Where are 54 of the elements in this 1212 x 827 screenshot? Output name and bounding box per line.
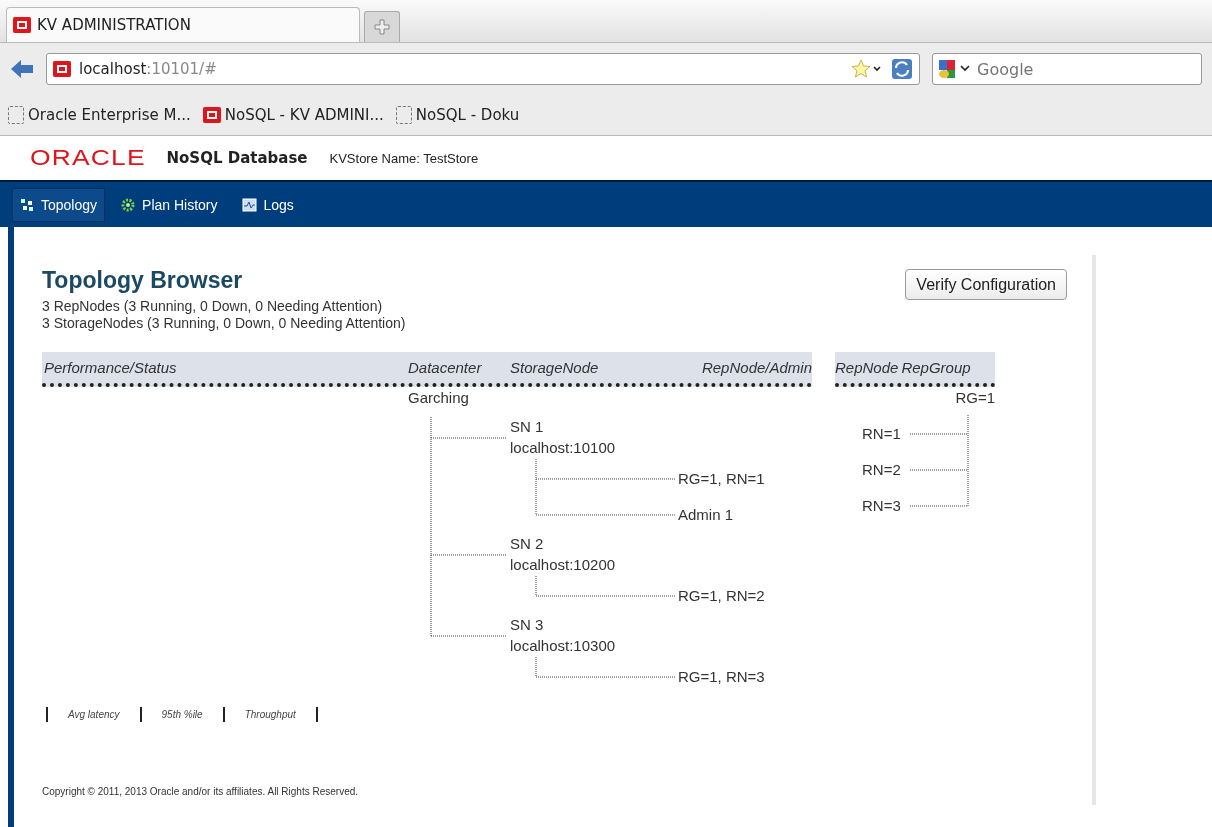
rep-node-label: RN=3 <box>862 497 901 515</box>
datacenter-label: Garching <box>408 389 469 407</box>
search-box[interactable]: Google <box>932 53 1202 85</box>
bookmark-item[interactable]: NoSQL - KV ADMINI... <box>202 106 384 124</box>
column-header: RepNode <box>835 359 899 376</box>
oracle-logo: ORACLE <box>30 145 146 171</box>
rep-node-label: RG=1, RN=1 <box>678 470 765 488</box>
browser-tab[interactable]: KV ADMINISTRATION <box>6 7 360 42</box>
blank-page-icon <box>8 106 24 124</box>
star-icon[interactable] <box>851 59 883 79</box>
storage-node-label: SN 3 <box>510 616 544 634</box>
back-arrow-icon[interactable] <box>10 59 34 79</box>
oracle-icon <box>202 107 221 123</box>
oracle-icon <box>53 61 71 77</box>
reload-icon[interactable] <box>891 58 913 80</box>
oracle-icon <box>13 17 31 33</box>
storage-node-host: localhost:10100 <box>510 439 616 457</box>
copyright-text: Copyright © 2011, 2013 Oracle and/or its affiliates. All Rights Reserved. <box>42 786 360 797</box>
grid-icon <box>20 197 34 212</box>
summary-line: 3 RepNodes (3 Running, 0 Down, 0 Needing Attention) <box>42 298 384 315</box>
rep-node-label: RN=1 <box>862 425 901 443</box>
bookmark-item[interactable]: NoSQL - Doku <box>395 106 520 124</box>
summary-line: 3 StorageNodes (3 Running, 0 Down, 0 Needing Attention) <box>42 315 406 332</box>
rep-group-label: RG=1 <box>955 389 995 407</box>
column-header: RepNode/Admin <box>701 359 812 376</box>
rep-node-label: RG=1, RN=2 <box>678 587 765 605</box>
rep-node-label: RN=2 <box>862 461 901 479</box>
column-header: RepGroup <box>901 359 971 376</box>
page-title: Topology Browser <box>42 267 244 294</box>
metric-label: 95th %ile <box>160 709 204 720</box>
column-header: StorageNode <box>510 359 599 376</box>
blank-page-icon <box>395 106 412 124</box>
storage-node-label: SN 2 <box>510 535 544 553</box>
chart-monitor-icon <box>241 197 257 212</box>
product-name: NoSQL Database <box>166 149 308 167</box>
url-text: localhost:10101/# <box>79 60 218 78</box>
rep-node-label: RG=1, RN=3 <box>678 668 765 686</box>
metric-label: Throughput <box>243 709 297 720</box>
nav-tab[interactable]: Logs <box>233 187 302 222</box>
store-name: KVStore Name: TestStore <box>329 150 479 166</box>
bookmark-item[interactable]: Oracle Enterprise M... <box>8 106 191 124</box>
address-bar[interactable]: localhost:10101/# <box>46 53 920 85</box>
gear-icon <box>121 197 136 212</box>
verify-configuration-button[interactable]: Verify Configuration <box>905 269 1067 300</box>
rep-node-label: Admin 1 <box>678 506 734 524</box>
metric-label: Avg latency <box>66 709 121 720</box>
nav-tab[interactable]: Plan History <box>113 187 226 222</box>
nav-tab[interactable]: Topology <box>12 187 106 222</box>
column-header: Datacenter <box>408 359 482 376</box>
storage-node-label: SN 1 <box>510 418 544 436</box>
column-header: Performance/Status <box>44 359 177 376</box>
plus-icon <box>374 19 390 35</box>
storage-node-host: localhost:10300 <box>510 637 616 655</box>
storage-node-host: localhost:10200 <box>510 556 616 574</box>
